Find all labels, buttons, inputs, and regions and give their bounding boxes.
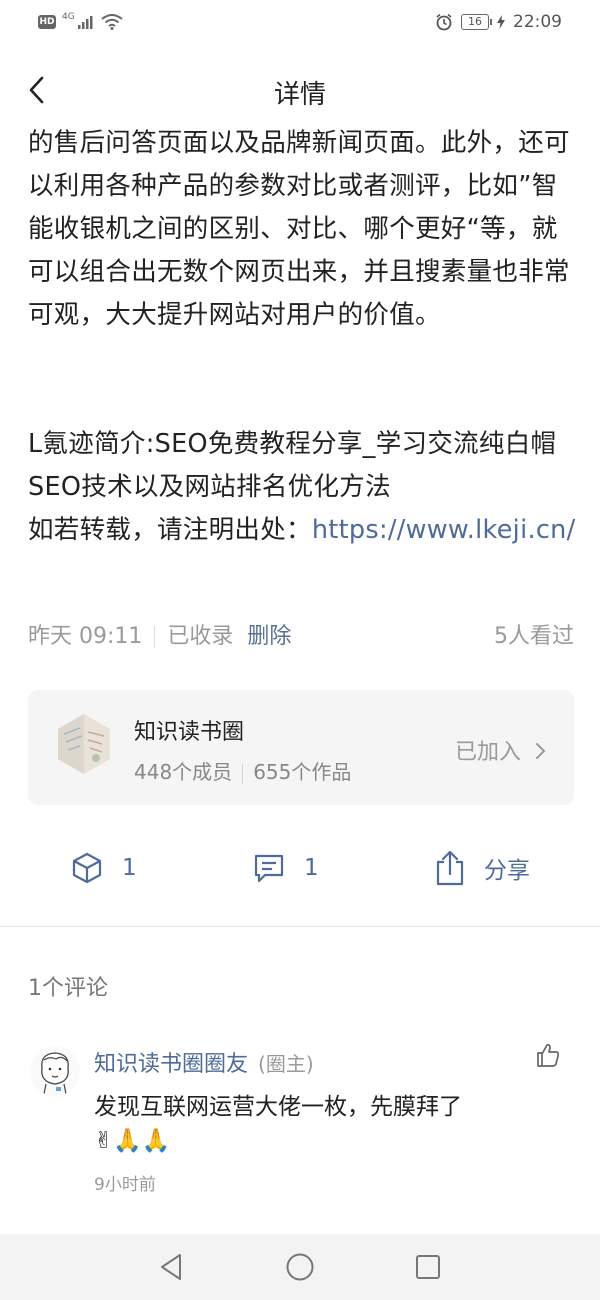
network-type: 4G: [62, 12, 75, 22]
hd-badge: HD: [38, 15, 56, 29]
comment-count: 1: [304, 855, 319, 881]
post-time: 昨天 09:11: [28, 624, 143, 649]
article-source-line: L氪迹简介:SEO免费教程分享_学习交流纯白帽SEO技术以及网站排名优化方法: [28, 429, 557, 502]
action-bar: 1 1 分享: [0, 840, 600, 896]
nav-recents-icon[interactable]: [414, 1253, 442, 1281]
works-count: 655个作品: [253, 760, 352, 784]
like-action[interactable]: 1: [70, 840, 137, 896]
joined-status[interactable]: 已加入: [455, 734, 548, 766]
cube-like-icon: [72, 852, 102, 884]
comment-author: 知识读书圈圈友 (圈主): [94, 1046, 314, 1078]
comment-body: 发现互联网运营大佬一枚，先膜拜了 ✌🙏🙏: [94, 1090, 534, 1158]
comment-action[interactable]: 1: [252, 840, 319, 896]
delete-button[interactable]: 删除: [247, 624, 291, 649]
alarm-icon: [436, 13, 452, 31]
section-divider: [0, 926, 600, 927]
commenter-avatar[interactable]: [30, 1046, 80, 1096]
circle-stats: 448个成员 655个作品: [134, 756, 351, 785]
circle-card[interactable]: 知识读书圈 448个成员 655个作品 已加入: [28, 690, 574, 805]
page-title: 详情: [273, 80, 326, 110]
repost-notice: 如若转载，请注明出处：https://www.lkeji.cn/: [28, 509, 576, 552]
meta-divider: [154, 626, 156, 648]
view-count: 5人看过: [494, 624, 574, 649]
thumbs-up-icon: [537, 1043, 560, 1067]
system-nav-bar: [0, 1234, 600, 1300]
share-icon: [436, 850, 464, 886]
commenter-name[interactable]: 知识读书圈圈友: [94, 1052, 248, 1077]
header: 详情: [0, 64, 600, 116]
comment-text: 发现互联网运营大佬一枚，先膜拜了: [94, 1094, 462, 1120]
repost-link[interactable]: https://www.lkeji.cn/: [312, 515, 576, 545]
repost-prefix: 如若转载，请注明出处：: [28, 515, 312, 545]
stats-divider: [242, 763, 244, 784]
chevron-right-icon: [536, 743, 546, 759]
comment-count-label: 1个评论: [28, 976, 108, 1001]
comment-like-button[interactable]: [536, 1042, 560, 1068]
article-paragraph: 的售后问答页面以及品牌新闻页面。此外，还可以利用各种产品的参数对比或者测评，比如…: [28, 128, 570, 330]
comment-emoji: ✌🙏🙏: [94, 1128, 171, 1154]
charging-icon: [497, 15, 505, 29]
status-bar: HD 4G 16 22:09: [0, 0, 600, 48]
nav-back-icon[interactable]: [158, 1252, 186, 1282]
circle-name: 知识读书圈: [134, 720, 245, 745]
status-left: HD 4G: [38, 12, 123, 30]
nav-home-icon[interactable]: [285, 1252, 315, 1282]
battery-level: 16: [461, 14, 492, 30]
circle-avatar: [58, 714, 110, 774]
article-body: 的售后问答页面以及品牌新闻页面。此外，还可以利用各种产品的参数对比或者测评，比如…: [28, 122, 576, 552]
comment-time: 9小时前: [94, 1175, 156, 1195]
signal-icon: [77, 16, 93, 29]
joined-label: 已加入: [454, 740, 521, 765]
like-count: 1: [122, 855, 137, 881]
comment-icon: [254, 854, 284, 883]
commenter-role: (圈主): [258, 1052, 314, 1076]
share-action[interactable]: 分享: [434, 840, 530, 896]
clock-time: 22:09: [513, 12, 562, 32]
wifi-icon: [101, 14, 123, 30]
post-meta: 昨天 09:11 已收录 删除 5人看过: [28, 618, 574, 658]
member-count: 448个成员: [134, 760, 233, 784]
share-label: 分享: [484, 858, 530, 884]
index-status: 已收录: [167, 624, 234, 649]
status-right: 16 22:09: [435, 12, 562, 32]
